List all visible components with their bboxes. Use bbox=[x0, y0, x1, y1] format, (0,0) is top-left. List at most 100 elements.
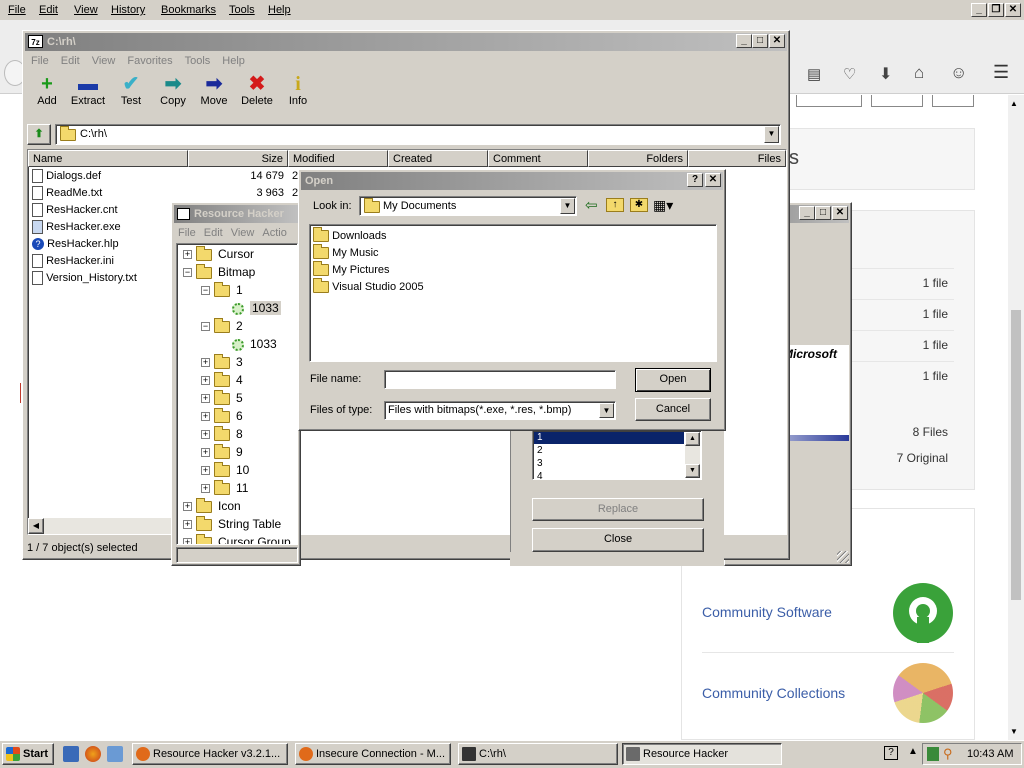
7z-menu-edit[interactable]: Edit bbox=[55, 55, 86, 67]
search-icon[interactable]: ⚲ bbox=[943, 746, 953, 762]
7z-maximize-button[interactable]: □ bbox=[752, 34, 768, 48]
tree-node[interactable]: − Bitmap bbox=[183, 263, 255, 281]
chevron-down-icon[interactable]: ▼ bbox=[560, 198, 575, 214]
reader-icon[interactable]: ▤ bbox=[807, 65, 821, 83]
collapse-icon[interactable]: − bbox=[201, 322, 210, 332]
ff-page-button[interactable] bbox=[796, 95, 862, 107]
file-row[interactable]: ResHacker.ini bbox=[32, 253, 114, 270]
test-button[interactable]: ✔ Test bbox=[111, 73, 151, 107]
sevenzip-titlebar[interactable]: 7z C:\rh\ bbox=[25, 33, 787, 51]
close-button[interactable]: Close bbox=[532, 528, 704, 552]
list-item[interactable]: Visual Studio 2005 bbox=[313, 278, 424, 297]
about-minimize-button[interactable]: _ bbox=[799, 206, 815, 220]
tree-node[interactable]: +5 bbox=[201, 389, 243, 407]
7z-menu-file[interactable]: File bbox=[25, 55, 55, 67]
path-combo[interactable]: C:\rh\ ▼ bbox=[55, 124, 781, 145]
col-name[interactable]: Name bbox=[28, 150, 188, 167]
tree-node[interactable]: 1033 bbox=[219, 335, 277, 353]
tree-node[interactable]: −2 bbox=[201, 317, 243, 335]
resource-tree[interactable]: + Cursor − Bitmap −1 1033−2 1033 +3 +4 +5 +6 +8 +9 +1… bbox=[176, 243, 298, 545]
7z-minimize-button[interactable]: _ bbox=[736, 34, 752, 48]
chevron-down-icon[interactable]: ▼ bbox=[599, 403, 614, 418]
start-button[interactable]: Start bbox=[2, 743, 54, 765]
network-icon[interactable] bbox=[927, 747, 939, 761]
resource-id-list[interactable]: 1 2 3 4 ▲ ▼ bbox=[532, 430, 702, 480]
tree-node[interactable]: +8 bbox=[201, 425, 243, 443]
delete-button[interactable]: ✖ Delete bbox=[237, 73, 277, 107]
tree-node[interactable]: +6 bbox=[201, 407, 243, 425]
rh-menu-action[interactable]: Actio bbox=[258, 227, 290, 239]
collections-icon[interactable] bbox=[893, 663, 953, 723]
tray-expand-icon[interactable]: ▲ bbox=[908, 746, 918, 757]
expand-icon[interactable]: + bbox=[183, 538, 192, 544]
expand-icon[interactable]: + bbox=[201, 448, 210, 458]
ff-menu-view[interactable]: View bbox=[74, 0, 98, 20]
resize-grip[interactable] bbox=[837, 551, 849, 563]
ff-close-button[interactable]: ✕ bbox=[1005, 3, 1021, 17]
ff-menu-edit[interactable]: Edit bbox=[39, 0, 58, 20]
col-modified[interactable]: Modified bbox=[288, 150, 388, 167]
expand-icon[interactable]: + bbox=[201, 484, 210, 494]
rh-menu-edit[interactable]: Edit bbox=[200, 227, 227, 239]
extract-button[interactable]: ▬ Extract bbox=[68, 73, 108, 107]
file-row[interactable]: Version_History.txt bbox=[32, 270, 137, 287]
list-item[interactable]: 3 bbox=[534, 458, 543, 470]
move-button[interactable]: ➡ Move bbox=[194, 73, 234, 107]
file-row[interactable]: ReadMe.txt bbox=[32, 185, 102, 202]
community-collections-link[interactable]: Community Collections bbox=[702, 685, 845, 701]
tree-node[interactable]: +4 bbox=[201, 371, 243, 389]
collapse-icon[interactable]: − bbox=[201, 286, 210, 296]
view-menu-icon[interactable]: ▦▾ bbox=[653, 197, 673, 214]
reshacker-titlebar[interactable]: Resource Hacker bbox=[174, 205, 298, 223]
col-comment[interactable]: Comment bbox=[488, 150, 588, 167]
home-icon[interactable]: ⌂ bbox=[914, 63, 924, 83]
taskbar-item[interactable]: Resource Hacker v3.2.1... bbox=[132, 743, 288, 765]
add-button[interactable]: + Add bbox=[27, 73, 67, 107]
up-folder-button[interactable]: ⬆ bbox=[27, 124, 51, 145]
list-item[interactable]: 2 bbox=[534, 445, 543, 457]
tree-node[interactable]: +9 bbox=[201, 443, 243, 461]
file-row[interactable]: ResHacker.cnt bbox=[32, 202, 118, 219]
list-item[interactable]: 1 bbox=[534, 432, 684, 444]
col-created[interactable]: Created bbox=[388, 150, 488, 167]
file-name-field[interactable] bbox=[384, 370, 616, 389]
list-item[interactable]: 4 bbox=[534, 471, 543, 479]
tree-node[interactable]: 1033 bbox=[219, 299, 281, 317]
expand-icon[interactable]: + bbox=[201, 430, 210, 440]
help-tray-icon[interactable]: ? bbox=[884, 746, 898, 760]
tree-node[interactable]: +3 bbox=[201, 353, 243, 371]
files-of-type-select[interactable]: Files with bitmaps(*.exe, *.res, *.bmp) … bbox=[384, 401, 616, 420]
about-maximize-button[interactable]: □ bbox=[815, 206, 831, 220]
scroll-down-icon[interactable]: ▼ bbox=[685, 464, 700, 478]
tree-node[interactable]: −1 bbox=[201, 281, 243, 299]
col-files[interactable]: Files bbox=[688, 150, 786, 167]
rh-menu-file[interactable]: File bbox=[174, 227, 200, 239]
ff-menu-bookmarks[interactable]: Bookmarks bbox=[161, 0, 216, 20]
info-button[interactable]: i Info bbox=[278, 73, 318, 107]
rh-menu-view[interactable]: View bbox=[227, 227, 259, 239]
replace-button[interactable]: Replace bbox=[532, 498, 704, 521]
scrollbar-track[interactable] bbox=[685, 446, 700, 464]
help-icon[interactable]: ? bbox=[687, 173, 703, 187]
cancel-button[interactable]: Cancel bbox=[635, 398, 711, 421]
tree-node[interactable]: +10 bbox=[201, 461, 249, 479]
up-one-level-icon[interactable]: ↑ bbox=[606, 198, 624, 212]
ff-scrollbar[interactable]: ▲ ▼ bbox=[1008, 95, 1024, 740]
scroll-up-icon[interactable]: ▲ bbox=[685, 432, 700, 446]
new-folder-icon[interactable]: ✱ bbox=[630, 198, 648, 212]
list-item[interactable]: My Music bbox=[313, 244, 379, 263]
tree-node[interactable]: + Icon bbox=[183, 497, 241, 515]
taskbar-item[interactable]: Resource Hacker bbox=[622, 743, 782, 765]
taskbar-item[interactable]: Insecure Connection - M... bbox=[295, 743, 451, 765]
tree-node[interactable]: +11 bbox=[201, 479, 248, 497]
ff-restore-button[interactable]: ❐ bbox=[988, 3, 1004, 17]
community-software-link[interactable]: Community Software bbox=[702, 604, 832, 620]
hscrollbar[interactable]: ◀ bbox=[28, 518, 178, 534]
ff-page-button[interactable] bbox=[871, 95, 923, 107]
list-item[interactable]: Downloads bbox=[313, 227, 386, 246]
expand-icon[interactable]: + bbox=[183, 502, 192, 512]
folder-list[interactable]: Downloads My Music My Pictures Visual St… bbox=[309, 224, 717, 362]
ff-menu-tools[interactable]: Tools bbox=[229, 0, 255, 20]
open-dialog-titlebar[interactable]: Open bbox=[301, 172, 723, 190]
taskbar-item[interactable]: C:\rh\ bbox=[458, 743, 618, 765]
